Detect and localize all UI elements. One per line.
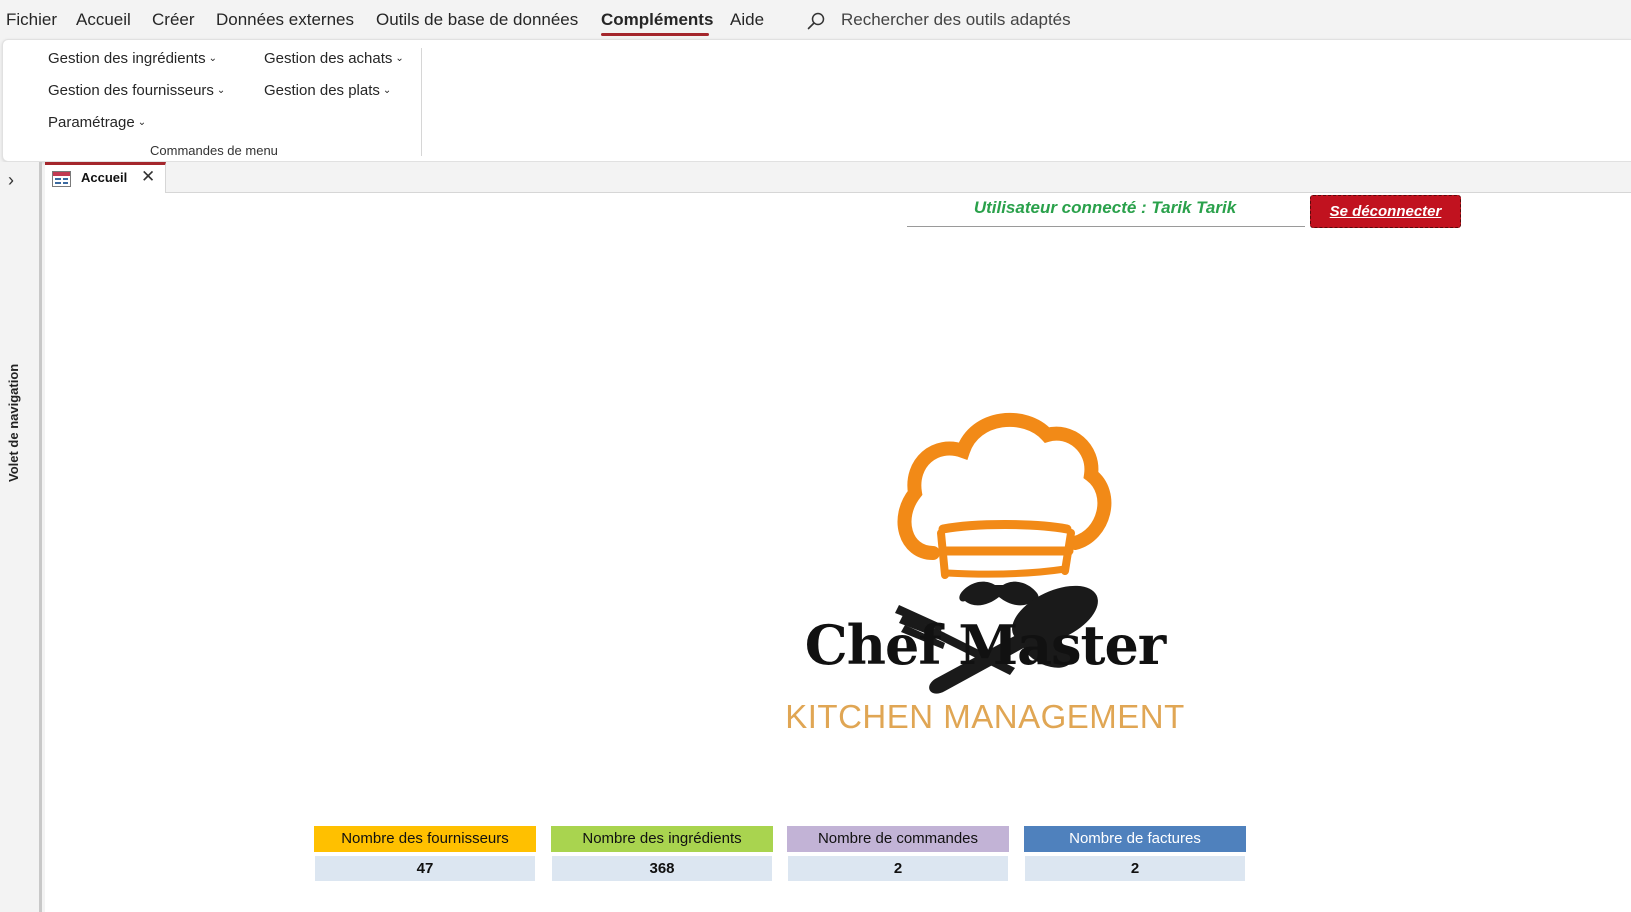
menu-donnees-externes[interactable]: Données externes <box>216 10 354 30</box>
navigation-pane: › Volet de navigation <box>0 162 42 912</box>
search-input[interactable]: Rechercher des outils adaptés <box>841 10 1071 30</box>
expand-nav-chevron-icon[interactable]: › <box>8 170 14 191</box>
search-icon[interactable] <box>806 11 826 31</box>
user-underline <box>907 226 1305 227</box>
menu-bar: Fichier Accueil Créer Données externes O… <box>0 0 1631 40</box>
chevron-down-icon: ⌄ <box>382 85 392 96</box>
stat-ingredients: Nombre des ingrédients 368 <box>551 826 773 881</box>
tab-accueil[interactable]: Accueil ✕ <box>45 162 166 193</box>
stat-ingredients-label: Nombre des ingrédients <box>551 826 773 852</box>
gestion-ingredients-button[interactable]: Gestion des ingrédients ⌄ <box>48 50 217 67</box>
navigation-pane-label[interactable]: Volet de navigation <box>6 364 21 482</box>
stat-commandes-label: Nombre de commandes <box>787 826 1009 852</box>
brand-title: Chef Master <box>804 613 1167 677</box>
menu-complements[interactable]: Compléments <box>601 10 713 30</box>
mustache-icon <box>959 581 1039 606</box>
active-tab-indicator <box>601 33 709 36</box>
parametrage-button[interactable]: Paramétrage ⌄ <box>48 114 146 131</box>
home-form: Utilisateur connecté : Tarik Tarik Se dé… <box>45 193 1631 912</box>
stat-fournisseurs-label: Nombre des fournisseurs <box>314 826 536 852</box>
menu-fichier[interactable]: Fichier <box>6 10 57 30</box>
stat-factures-label: Nombre de factures <box>1024 826 1246 852</box>
chevron-down-icon: ⌄ <box>137 117 147 128</box>
gestion-plats-button[interactable]: Gestion des plats ⌄ <box>264 82 391 99</box>
menu-accueil[interactable]: Accueil <box>76 10 131 30</box>
stat-commandes-value: 2 <box>788 856 1008 881</box>
stat-fournisseurs-value: 47 <box>315 856 535 881</box>
close-icon[interactable]: ✕ <box>141 167 155 187</box>
form-icon <box>52 171 71 187</box>
ribbon: Gestion des ingrédients ⌄ Gestion des ach… <box>2 39 1631 162</box>
gestion-achats-label: Gestion des achats <box>264 50 393 67</box>
stat-factures: Nombre de factures 2 <box>1024 826 1246 881</box>
gestion-fournisseurs-label: Gestion des fournisseurs <box>48 82 214 99</box>
ribbon-separator <box>421 48 422 156</box>
chevron-down-icon: ⌄ <box>208 53 217 64</box>
chevron-down-icon: ⌄ <box>216 85 226 96</box>
connected-user-label: Utilisateur connecté : Tarik Tarik <box>973 198 1237 217</box>
chevron-down-icon: ⌄ <box>395 53 404 64</box>
gestion-achats-button[interactable]: Gestion des achats ⌄ <box>264 50 404 67</box>
menu-creer[interactable]: Créer <box>152 10 195 30</box>
menu-aide[interactable]: Aide <box>730 10 764 30</box>
chef-master-logo <box>895 413 1112 694</box>
menu-outils-bdd[interactable]: Outils de base de données <box>376 10 578 30</box>
tab-label: Accueil <box>81 170 128 185</box>
chef-hat-icon <box>897 413 1112 579</box>
gestion-ingredients-label: Gestion des ingrédients <box>48 50 206 67</box>
stat-fournisseurs: Nombre des fournisseurs 47 <box>314 826 536 881</box>
ribbon-group-label: Commandes de menu <box>150 143 278 158</box>
brand-tagline: KITCHEN MANAGEMENT <box>785 698 1185 735</box>
gestion-plats-label: Gestion des plats <box>264 82 380 99</box>
stat-commandes: Nombre de commandes 2 <box>787 826 1009 881</box>
stat-factures-value: 2 <box>1025 856 1245 881</box>
stat-ingredients-value: 368 <box>552 856 772 881</box>
logout-button[interactable]: Se déconnecter <box>1310 195 1461 228</box>
gestion-fournisseurs-button[interactable]: Gestion des fournisseurs ⌄ <box>48 82 225 99</box>
parametrage-label: Paramétrage <box>48 114 135 131</box>
document-tab-strip: Accueil ✕ <box>45 162 1631 193</box>
